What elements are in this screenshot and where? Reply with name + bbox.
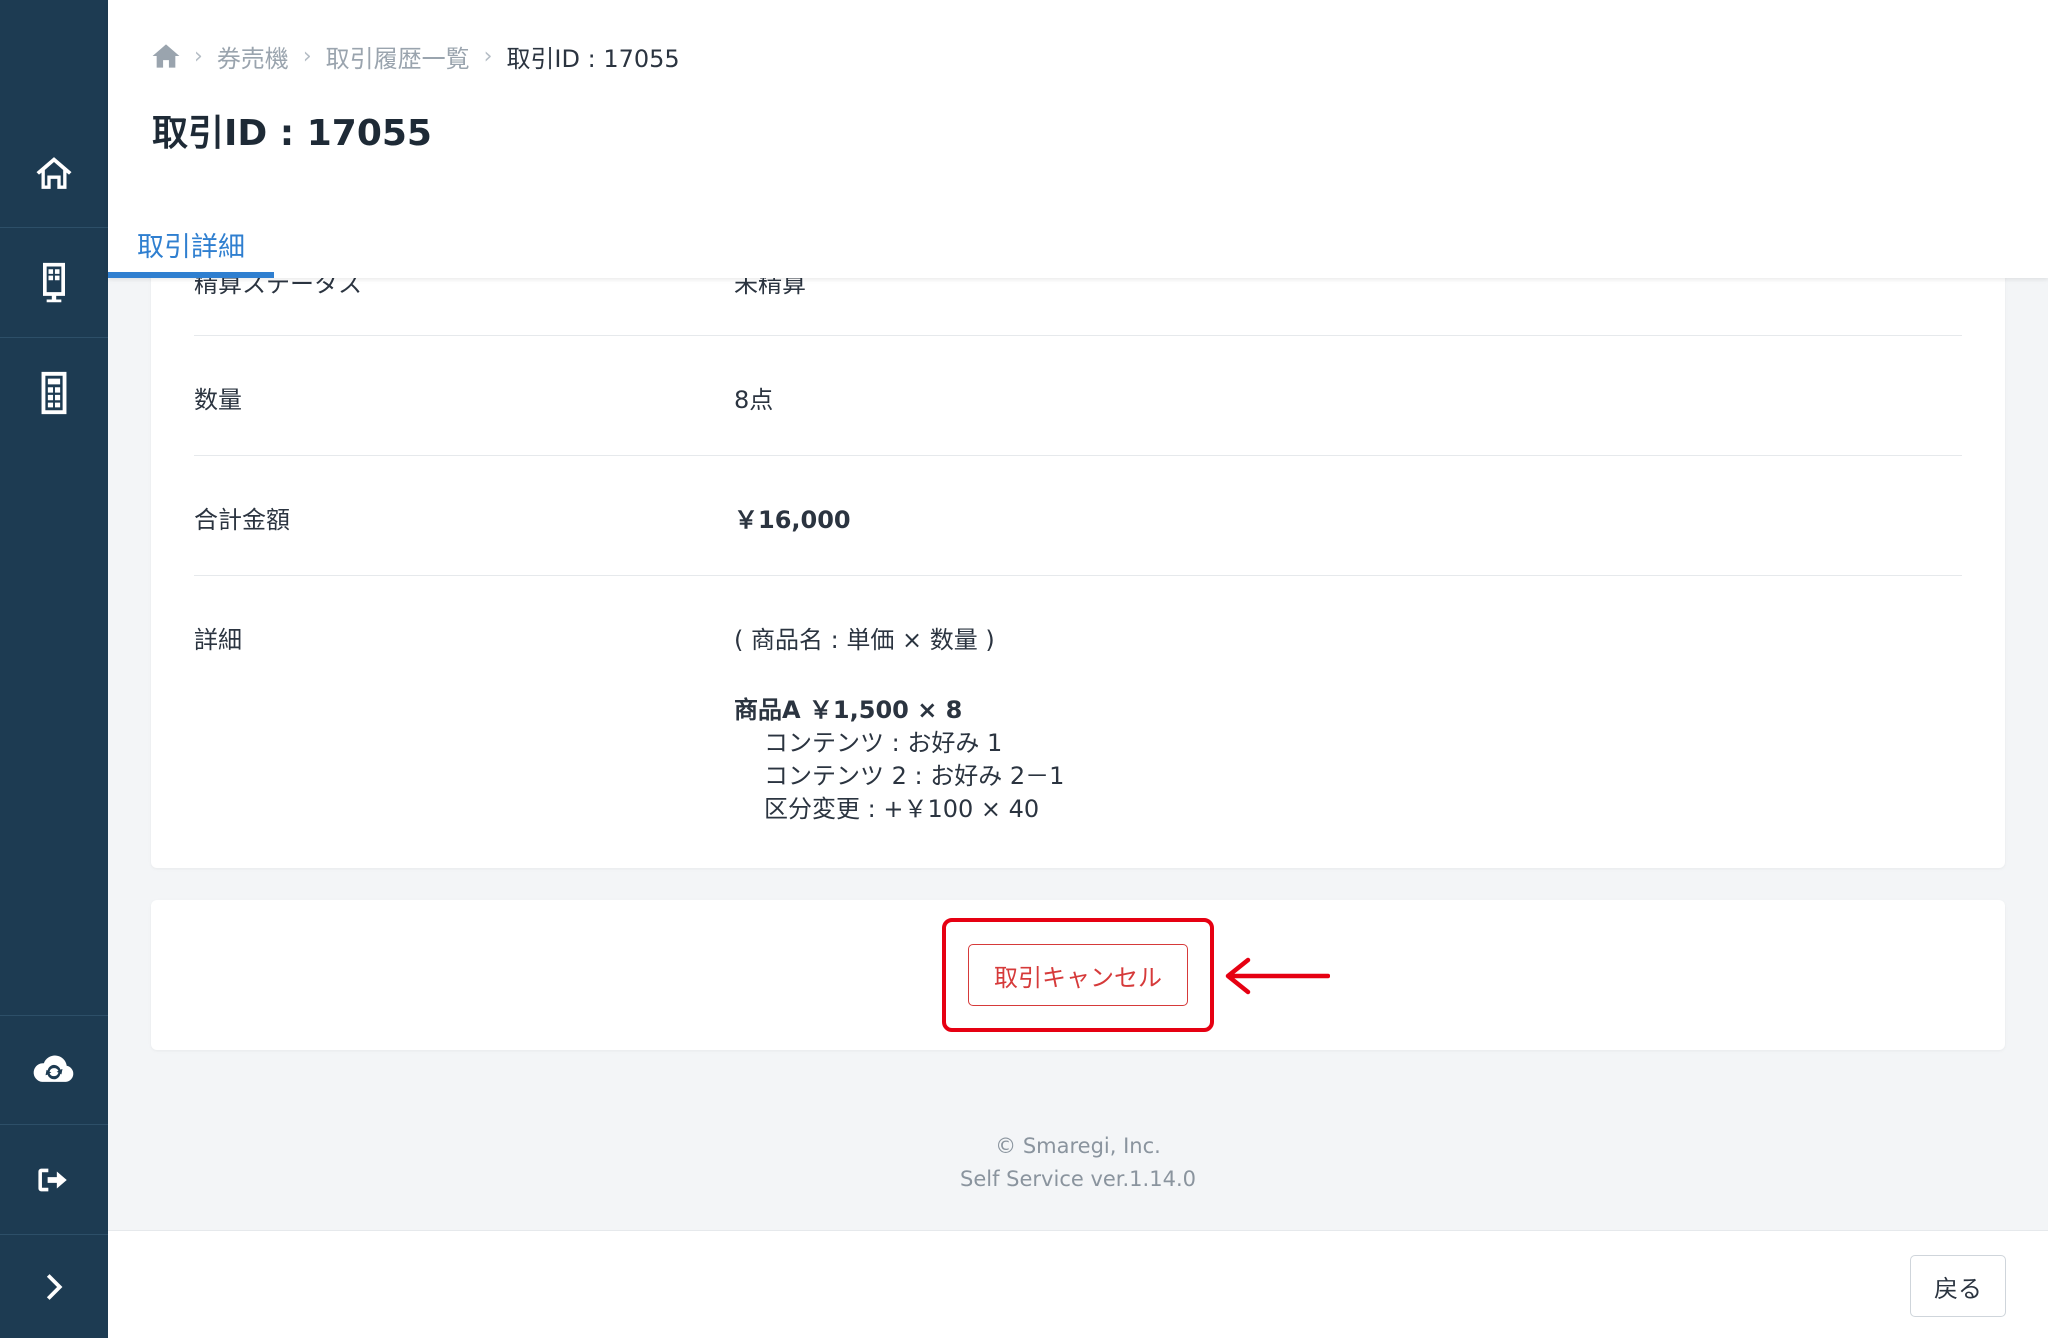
sidebar-item-logout[interactable] xyxy=(0,1125,108,1235)
arrow-left-icon xyxy=(1225,957,1330,995)
version: Self Service ver.1.14.0 xyxy=(960,1167,1196,1191)
cloud-sync-icon xyxy=(33,1055,74,1082)
chevron-right-icon xyxy=(46,1274,63,1300)
line-item-option: コンテンツ 2 : お好み 2－1 xyxy=(764,762,1065,790)
home-icon[interactable] xyxy=(152,43,180,69)
chevron-right-icon: › xyxy=(483,43,493,69)
detail-row-breakdown: 詳細 ( 商品名 : 単価 × 数量 ) xyxy=(194,576,1962,868)
detail-row-total: 合計金額 ￥16,000 xyxy=(194,456,1962,576)
transaction-detail-card: 精算ステータス 未精算 数量 8点 合計金額 ￥16,000 詳細 ( 商品名 … xyxy=(151,240,2005,868)
sidebar-toggle[interactable] xyxy=(0,1232,108,1338)
tablet-icon xyxy=(41,371,67,415)
breadcrumb: › 券売機 › 取引履歴一覧 › 取引ID : 17055 xyxy=(152,38,680,74)
line-item-option: 区分変更 : +￥100 × 40 xyxy=(764,795,1040,823)
page-title: 取引ID : 17055 xyxy=(152,113,432,154)
detail-label: 数量 xyxy=(194,386,242,414)
breadcrumb-item-ticket-machine[interactable]: 券売機 xyxy=(217,39,289,74)
breadcrumb-current: 取引ID : 17055 xyxy=(506,44,680,73)
sidebar-item-tablet[interactable] xyxy=(0,338,108,448)
sidebar xyxy=(0,0,108,1338)
detail-label: 合計金額 xyxy=(194,506,290,534)
page-header: › 券売機 › 取引履歴一覧 › 取引ID : 17055 取引ID : 170… xyxy=(108,0,2048,278)
line-item-option: コンテンツ : お好み 1 xyxy=(764,729,1003,757)
detail-label: 詳細 xyxy=(194,626,242,654)
ticket-machine-icon xyxy=(43,262,65,302)
chevron-right-icon: › xyxy=(302,43,312,69)
detail-row-quantity: 数量 8点 xyxy=(194,336,1962,456)
detail-value: 8点 xyxy=(734,386,774,414)
sidebar-item-ticket-machine[interactable] xyxy=(0,228,108,338)
cancel-transaction-button[interactable]: 取引キャンセル xyxy=(968,944,1188,1006)
tab-transaction-detail[interactable]: 取引詳細 xyxy=(108,210,274,278)
copyright: © Smaregi, Inc. xyxy=(995,1134,1161,1158)
footer: © Smaregi, Inc. Self Service ver.1.14.0 xyxy=(108,1130,2048,1196)
line-item: 商品A ￥1,500 × 8 コンテンツ : お好み 1 コンテンツ 2 : お… xyxy=(734,694,1064,826)
total-amount: ￥16,000 xyxy=(734,506,851,534)
sidebar-item-home[interactable] xyxy=(0,118,108,228)
chevron-right-icon: › xyxy=(194,43,203,69)
home-icon xyxy=(36,156,72,189)
breadcrumb-item-history[interactable]: 取引履歴一覧 xyxy=(326,39,470,74)
tab-active-indicator xyxy=(108,272,274,278)
line-item-title: 商品A ￥1,500 × 8 xyxy=(734,696,963,724)
logout-icon xyxy=(38,1168,67,1191)
back-button[interactable]: 戻る xyxy=(1910,1255,2006,1317)
sidebar-item-sync[interactable] xyxy=(0,1015,108,1125)
bottom-action-bar: 戻る xyxy=(108,1230,2048,1338)
detail-format-hint: ( 商品名 : 単価 × 数量 ) xyxy=(734,626,995,654)
